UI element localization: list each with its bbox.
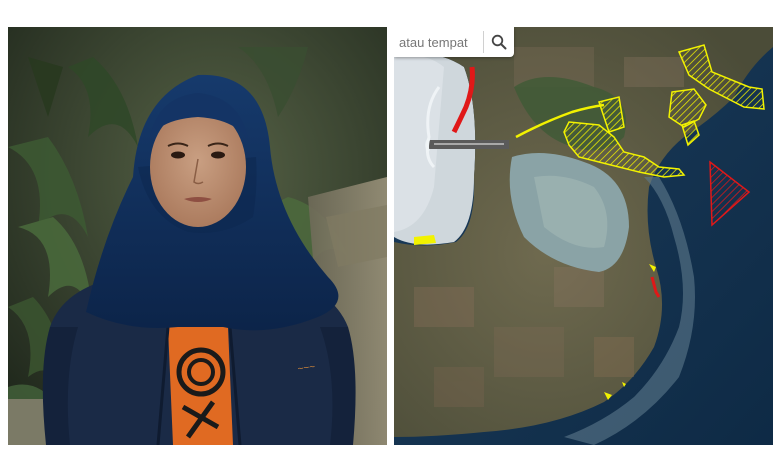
face — [150, 93, 248, 227]
map-search-input[interactable] — [394, 29, 483, 55]
map-canvas[interactable] — [394, 27, 773, 445]
search-button[interactable] — [484, 27, 514, 57]
portrait-image: ~~~ — [8, 27, 387, 445]
map-search-box — [394, 27, 514, 57]
orange-shirt — [168, 327, 233, 445]
search-icon — [491, 34, 507, 50]
portrait-photo: ~~~ — [8, 27, 387, 445]
satellite-map[interactable] — [394, 27, 773, 445]
